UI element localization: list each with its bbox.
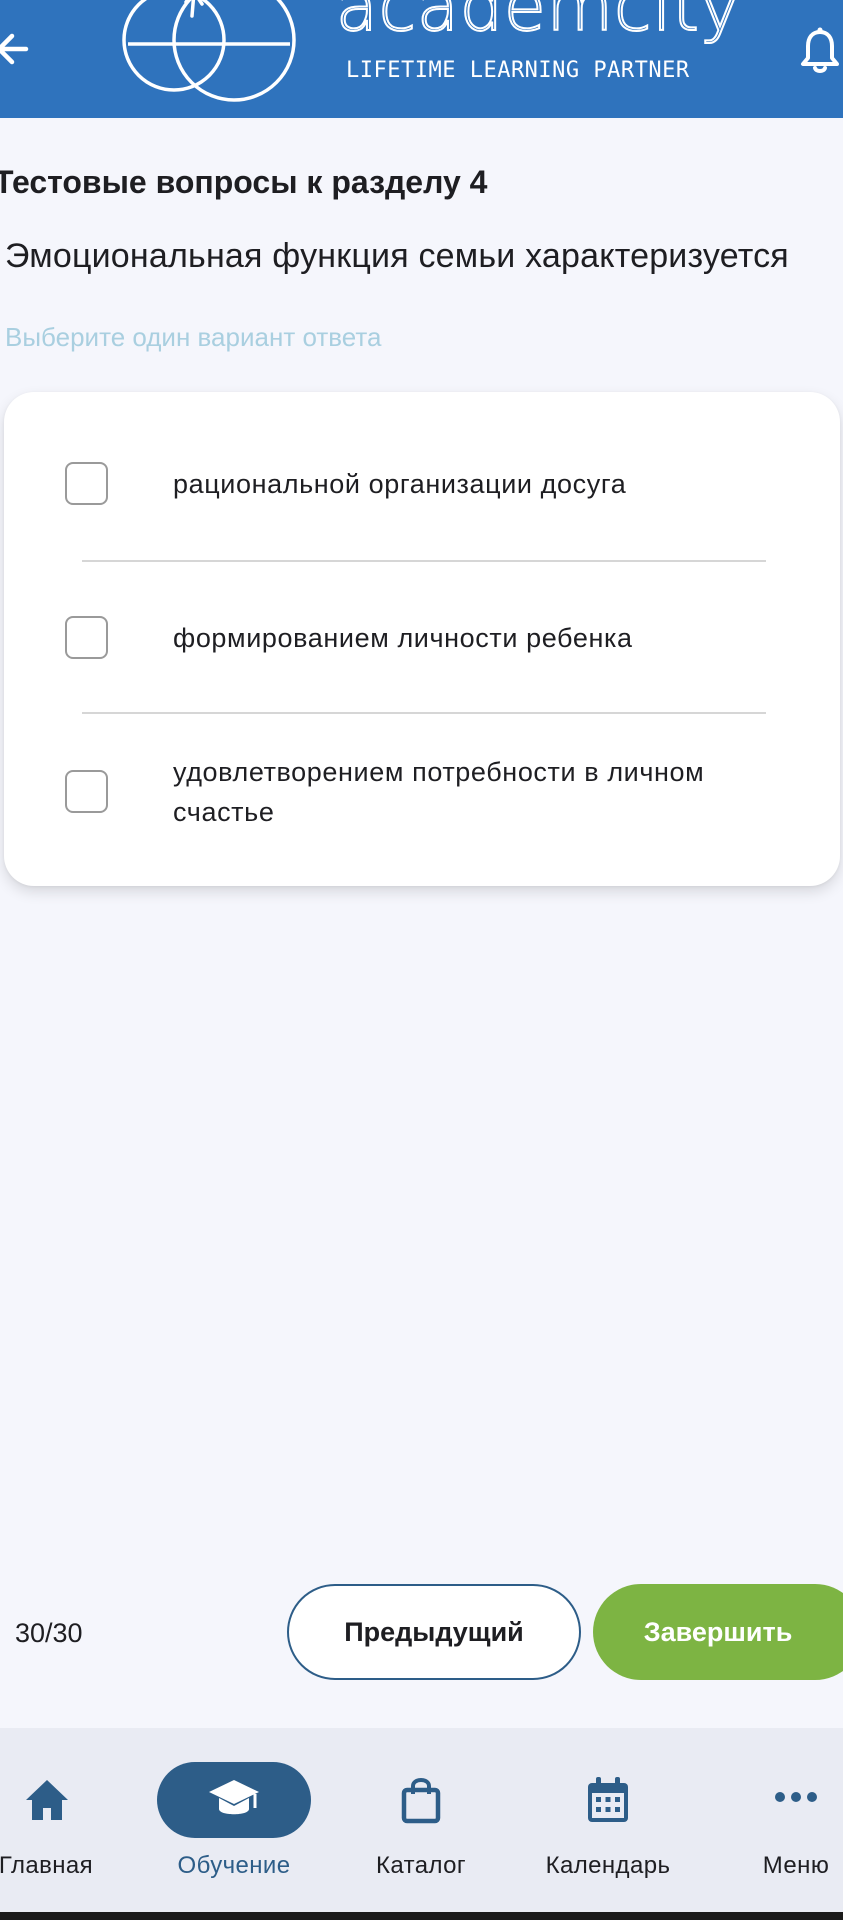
nav-label: Каталог — [375, 1852, 467, 1879]
nav-item-menu[interactable]: Меню — [748, 1728, 843, 1898]
option-label: формированием личности ребенка — [173, 623, 633, 653]
option-label: удовлетворением потребности в личном сча… — [173, 757, 705, 827]
finish-button[interactable]: Завершить — [593, 1584, 843, 1680]
nav-item-calendar[interactable]: Календарь — [538, 1728, 678, 1898]
question-counter: 30/30 — [15, 1618, 83, 1648]
notifications-button[interactable] — [800, 26, 840, 76]
answer-option[interactable]: рациональной организации досуга — [4, 392, 840, 544]
section-title: Тестовые вопросы к разделу 4 — [0, 164, 488, 200]
nav-item-catalog[interactable]: Каталог — [366, 1728, 476, 1898]
nav-item-home[interactable]: Главная — [0, 1728, 95, 1898]
option-checkbox[interactable] — [65, 462, 108, 505]
bottom-navigation: Главная Обучение Каталог Календарь Меню — [0, 1728, 843, 1920]
nav-label: Обучение — [177, 1852, 291, 1879]
answer-options-card: рациональной организации досуга формиров… — [4, 392, 840, 886]
brand-tagline: LIFETIME LEARNING PARTNER — [346, 58, 690, 83]
back-button[interactable] — [0, 22, 36, 76]
option-checkbox[interactable] — [65, 770, 108, 813]
arrow-left-icon — [0, 33, 29, 65]
answer-hint: Выберите один вариант ответа — [5, 322, 382, 352]
calendar-icon — [588, 1777, 628, 1822]
bell-icon — [801, 27, 839, 73]
answer-option[interactable]: формированием личности ребенка — [4, 562, 840, 712]
nav-item-learning[interactable]: Обучение — [157, 1728, 311, 1898]
nav-label: Меню — [762, 1852, 830, 1879]
brand-name: academcity — [335, 0, 742, 47]
nav-label: Главная — [0, 1852, 94, 1879]
answer-option[interactable]: удовлетворением потребности в личном сча… — [4, 714, 840, 886]
question-text: Эмоциональная функция семьи характеризуе… — [5, 237, 789, 275]
academcity-logo-icon — [122, 0, 296, 102]
option-checkbox[interactable] — [65, 616, 108, 659]
previous-button[interactable]: Предыдущий — [287, 1584, 581, 1680]
home-icon — [26, 1780, 68, 1820]
nav-label: Календарь — [545, 1852, 671, 1879]
shopping-bag-icon — [401, 1778, 441, 1824]
quiz-screen: academcity LIFETIME LEARNING PARTNER Тес… — [0, 0, 843, 1920]
option-label: рациональной организации досуга — [173, 469, 627, 499]
more-dots-icon — [775, 1792, 817, 1802]
app-header: academcity LIFETIME LEARNING PARTNER — [0, 0, 843, 118]
graduation-cap-icon — [209, 1780, 259, 1815]
system-gesture-bar — [0, 1912, 843, 1920]
